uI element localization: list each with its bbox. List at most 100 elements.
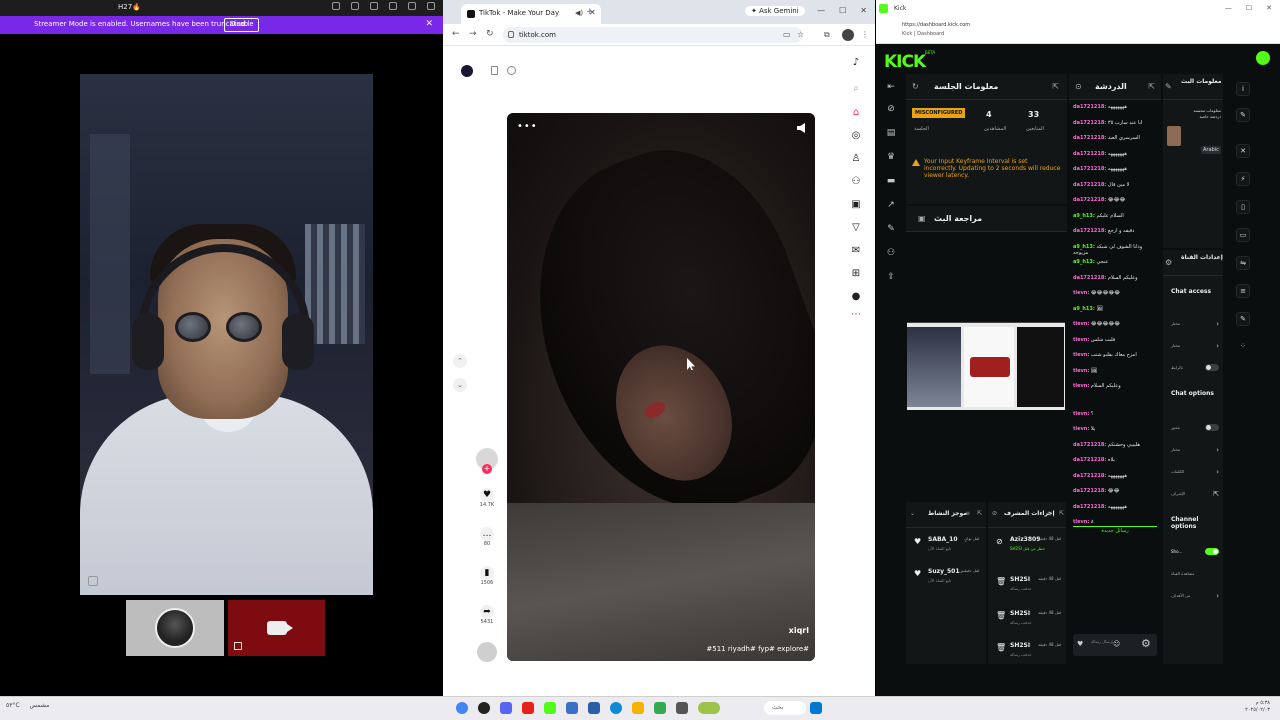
app-icon[interactable] xyxy=(676,702,688,714)
chat-message[interactable]: a9_h13: السلام عليكم xyxy=(1073,213,1157,219)
following-icon[interactable]: ♙ xyxy=(849,152,863,166)
chat-username[interactable]: da1721218: xyxy=(1073,275,1106,281)
share-button[interactable]: ➦ 5431 xyxy=(476,605,498,625)
chat-message[interactable]: a9_h13: ودانا الشوف لي شبكه مزيوجه xyxy=(1073,244,1157,256)
setting-row[interactable]: مختار › xyxy=(1171,320,1219,330)
pip-icon[interactable] xyxy=(332,2,340,10)
chat-username[interactable]: a9_h13: xyxy=(1073,259,1095,265)
chat-username[interactable]: da1721218: xyxy=(1073,120,1106,126)
home-icon[interactable]: ⌂ xyxy=(849,106,863,120)
tools-icon[interactable]: ✎ xyxy=(1236,312,1250,326)
volume-icon[interactable] xyxy=(797,123,805,133)
banner-close-icon[interactable]: ✕ xyxy=(425,19,433,29)
discord-icon[interactable] xyxy=(500,702,512,714)
chat-username[interactable]: da1721218: xyxy=(1073,504,1106,510)
close-icon[interactable]: ✕ xyxy=(1236,144,1250,158)
download-icon[interactable] xyxy=(370,2,378,10)
chat-username[interactable]: a9_h13: xyxy=(1073,306,1095,312)
new-tab-button[interactable]: + xyxy=(586,7,594,17)
list-icon[interactable]: ≡ xyxy=(1236,284,1250,298)
cast-icon[interactable]: ▭ xyxy=(783,30,791,39)
link-icon[interactable]: ⊘ xyxy=(886,104,896,114)
upload-icon[interactable]: ⊞ xyxy=(849,267,863,281)
chat-message[interactable]: da1721218: هههههههه xyxy=(1073,166,1157,172)
kick-address-bar[interactable]: https://dashboard.kick.com Kick | Dashbo… xyxy=(876,18,1280,44)
close-icon[interactable]: ✕ xyxy=(860,6,867,15)
user-avatar[interactable] xyxy=(1256,51,1270,65)
maximize-icon[interactable]: ☐ xyxy=(839,6,846,15)
edit-icon[interactable]: ✎ xyxy=(1236,108,1250,122)
messages-icon[interactable]: ✉ xyxy=(849,244,863,258)
video-more-icon[interactable]: ••• xyxy=(517,121,538,132)
more-icon[interactable]: ⋯ xyxy=(849,308,863,322)
chat-message[interactable]: tlevn: 😂😂😂😂😂 xyxy=(1073,290,1157,296)
chrome-icon[interactable] xyxy=(456,702,468,714)
chat-message[interactable]: da1721218: 😂😂 xyxy=(1073,488,1157,494)
chat-message[interactable]: da1721218: السرسري العبد xyxy=(1073,135,1157,141)
refresh-icon[interactable]: ↻ xyxy=(912,82,919,91)
app-icon[interactable] xyxy=(478,702,490,714)
setting-row[interactable]: Sho... xyxy=(1171,548,1219,558)
popout-icon[interactable]: ⇱ xyxy=(1059,510,1064,517)
profile-avatar[interactable] xyxy=(842,29,854,41)
tab-tiktok[interactable]: TikTok - Make Your Day ◀) ✕ xyxy=(461,4,601,24)
chat-username[interactable]: da1721218: xyxy=(1073,151,1106,157)
chevron-down-icon[interactable]: ⌄ xyxy=(910,510,915,517)
video-author[interactable]: xiqrl xyxy=(789,626,809,635)
friends-icon[interactable]: ⚇ xyxy=(849,175,863,189)
analytics-icon[interactable]: ▤ xyxy=(886,128,896,138)
caller-tile[interactable] xyxy=(126,600,224,656)
toggle-switch[interactable] xyxy=(1205,424,1219,431)
chat-username[interactable]: da1721218: xyxy=(1073,182,1106,188)
disable-streamer-mode-button[interactable]: Disable xyxy=(224,18,260,32)
chat-message[interactable]: da1721218: يلاه xyxy=(1073,457,1157,463)
file-explorer-icon[interactable] xyxy=(632,702,644,714)
chat-username[interactable]: tlevn: xyxy=(1073,321,1089,327)
settings-icon[interactable]: ⚙ xyxy=(1165,258,1172,267)
upload-icon[interactable]: ⇪ xyxy=(886,272,896,282)
chat-username[interactable]: da1721218: xyxy=(1073,197,1106,203)
taskbar-search[interactable]: بحث xyxy=(764,701,806,715)
live-icon[interactable]: ▣ xyxy=(849,198,863,212)
chat-message[interactable]: da1721218: هههههههه xyxy=(1073,151,1157,157)
chat-message[interactable]: da1721218: هههههههه xyxy=(1073,104,1157,110)
windows-start-icon[interactable] xyxy=(810,702,822,714)
minimize-icon[interactable]: — xyxy=(1225,4,1232,12)
camera-tile[interactable] xyxy=(228,600,325,656)
tiktok-video[interactable]: ••• xiqrl #511 riyadh# fyp# explore# xyxy=(507,113,815,661)
taskbar-weather[interactable]: ٥٣°C مشمس xyxy=(6,702,49,709)
chat-message[interactable]: tlevn: يلا xyxy=(1073,426,1157,432)
stream-icon[interactable]: ▬ xyxy=(886,176,896,186)
ask-gemini-button[interactable]: ✦ Ask Gemini xyxy=(745,6,805,16)
chat-username[interactable]: tlevn: xyxy=(1073,383,1089,389)
setting-row[interactable]: الإشراف ⇱ xyxy=(1171,490,1219,500)
settings-icon[interactable] xyxy=(351,2,359,10)
close-icon[interactable] xyxy=(427,2,435,10)
stream-preview[interactable] xyxy=(907,322,1065,410)
filter-icon[interactable]: ≡ xyxy=(1047,510,1052,517)
previous-video-button[interactable]: ⌃ xyxy=(453,354,467,368)
taskbar-clock[interactable]: ٥:٣٨ م ٢٠٢٥/٠٢/٠٣ xyxy=(1245,700,1270,714)
activity-icon[interactable]: ▽ xyxy=(849,221,863,235)
setting-row[interactable]: الكلمات › xyxy=(1171,468,1219,478)
save-button[interactable]: ▮ 1506 xyxy=(476,566,498,586)
heart-icon[interactable]: ♥ xyxy=(1077,640,1083,648)
chat-username[interactable]: da1721218: xyxy=(1073,104,1106,110)
toggle-switch-on[interactable] xyxy=(1205,548,1219,555)
like-button[interactable]: ♥ 14.7K xyxy=(476,488,498,508)
profile-icon[interactable]: ● xyxy=(849,290,863,304)
grid-icon[interactable]: ⁘ xyxy=(1236,340,1250,354)
back-icon[interactable]: ← xyxy=(452,29,460,39)
popout-icon[interactable] xyxy=(88,576,98,586)
popout-icon[interactable]: ⇱ xyxy=(1148,82,1155,91)
explore-icon[interactable]: ◎ xyxy=(849,129,863,143)
close-icon[interactable]: ✕ xyxy=(1266,4,1272,12)
next-video-button[interactable]: ⌄ xyxy=(453,378,467,392)
chat-username[interactable]: da1721218: xyxy=(1073,228,1106,234)
widget-icon[interactable] xyxy=(698,702,720,714)
new-messages-divider[interactable]: رسائل جديدة xyxy=(1073,526,1157,534)
chat-username[interactable]: tlevn: xyxy=(1073,519,1089,525)
toggle-switch[interactable] xyxy=(1205,364,1219,371)
chat-icon[interactable]: ⊙ xyxy=(1075,82,1082,91)
chat-message[interactable]: tlevn: وعليكم السلام xyxy=(1073,383,1157,389)
